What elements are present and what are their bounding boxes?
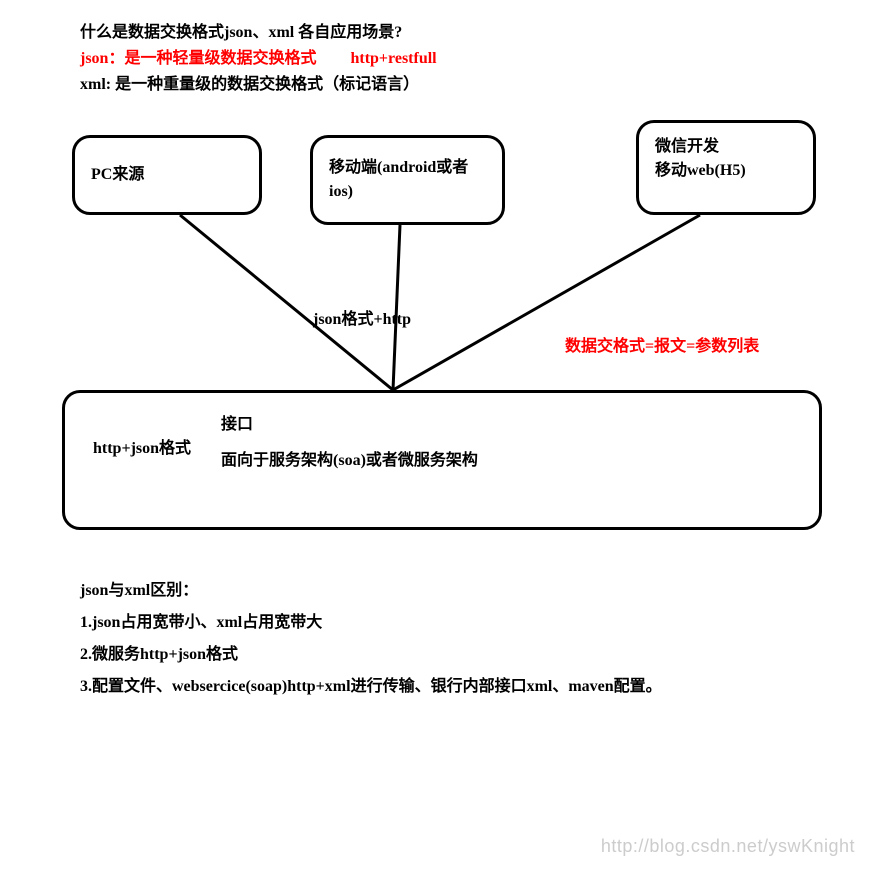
box-wechat: 微信开发 移动web(H5) [636,120,816,215]
box-interface: http+json格式 接口 面向于服务架构(soa)或者微服务架构 [62,390,822,530]
diff-item3: 3.配置文件、websercice(soap)http+xml进行传输、银行内部… [80,671,662,703]
box-mobile-label: 移动端(android或者ios) [329,156,486,204]
header-title: 什么是数据交换格式json、xml 各自应用场景? [80,20,402,46]
interface-right-line1: 接口 [221,413,478,437]
diff-title: json与xml区别： [80,575,662,607]
diff-item1: 1.json占用宽带小、xml占用宽带大 [80,607,662,639]
box-pc: PC来源 [72,135,262,215]
middle-label: json格式+http [313,307,411,333]
diff-item2: 2.微服务http+json格式 [80,639,662,671]
box-wechat-line2: 移动web(H5) [655,159,797,183]
json-desc: json：是一种轻量级数据交换格式 http+restfull [80,46,437,72]
red-note: 数据交格式=报文=参数列表 [565,334,759,360]
interface-left: http+json格式 [93,413,191,461]
interface-right-line2: 面向于服务架构(soa)或者微服务架构 [221,449,478,473]
box-mobile: 移动端(android或者ios) [310,135,505,225]
box-wechat-line1: 微信开发 [655,135,797,159]
json-desc-text: json：是一种轻量级数据交换格式 [80,50,316,67]
diff-list: json与xml区别： 1.json占用宽带小、xml占用宽带大 2.微服务ht… [80,575,662,703]
json-proto: http+restfull [350,50,436,67]
box-pc-label: PC来源 [91,163,144,187]
xml-desc: xml: 是一种重量级的数据交换格式（标记语言） [80,72,419,98]
watermark: http://blog.csdn.net/yswKnight [601,836,855,857]
